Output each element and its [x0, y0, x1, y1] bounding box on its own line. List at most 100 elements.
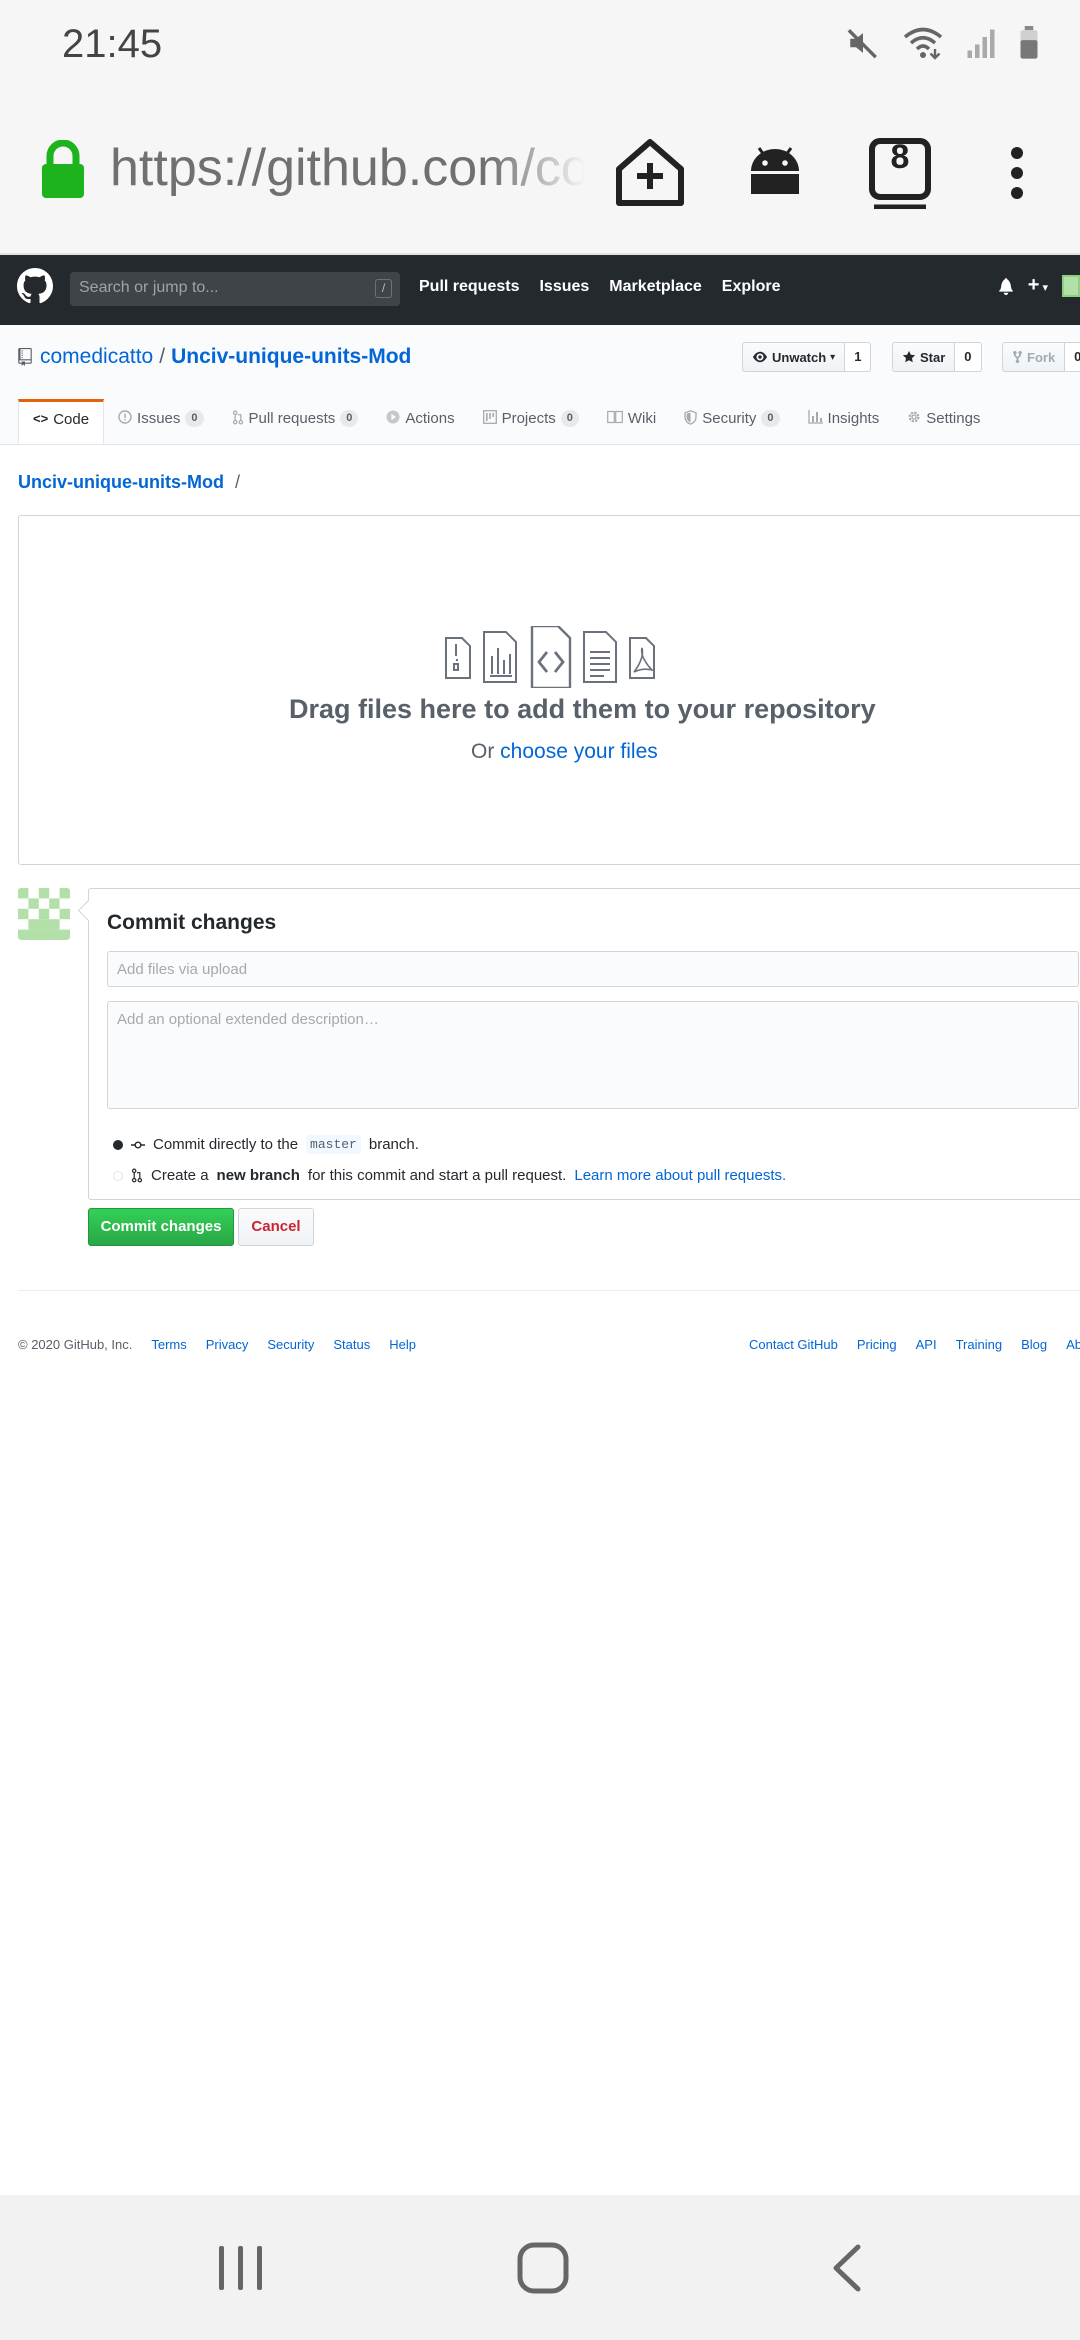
footer-link-api[interactable]: API — [916, 1337, 937, 1352]
tab-label: Settings — [926, 410, 981, 427]
tab-insights[interactable]: Insights — [794, 399, 894, 444]
repo-title: comedicatto / Unciv-unique-units-Mod — [18, 345, 411, 369]
home-plus-icon — [616, 139, 684, 206]
android-icon — [751, 147, 799, 194]
tab-pull-requests[interactable]: Pull requests 0 — [218, 399, 373, 444]
android-menu-button[interactable] — [730, 128, 820, 218]
repo-separator: / — [159, 345, 166, 368]
wifi-icon — [903, 27, 943, 60]
lock-icon[interactable] — [40, 139, 86, 205]
bell-icon[interactable] — [998, 277, 1014, 295]
tab-label: Security — [702, 410, 757, 427]
tab-label: Code — [53, 411, 90, 428]
radio-selected[interactable] — [113, 1139, 123, 1150]
tabs-button[interactable]: 8 — [855, 128, 945, 218]
choose-files-link[interactable]: choose your files — [500, 740, 658, 763]
unwatch-button[interactable]: Unwatch ▾ — [742, 342, 846, 372]
search-shortcut-hint: / — [375, 279, 392, 298]
new-branch-prefix: Create a — [151, 1167, 209, 1184]
new-branch-suffix: for this commit and start a pull request… — [307, 1167, 567, 1184]
footer-link-about[interactable]: Abo — [1066, 1337, 1080, 1352]
star-icon — [902, 350, 916, 363]
code-icon: <> — [33, 411, 49, 426]
fork-icon — [1013, 350, 1022, 364]
file-dropzone[interactable]: Drag files here to add them to your repo… — [18, 515, 1080, 865]
nav-pull-requests[interactable]: Pull requests — [419, 278, 519, 296]
footer-link-blog[interactable]: Blog — [1021, 1337, 1047, 1352]
footer-copyright: © 2020 GitHub, Inc. — [18, 1337, 133, 1352]
footer-link-privacy[interactable]: Privacy — [206, 1337, 249, 1352]
tab-security[interactable]: Security 0 — [670, 399, 793, 444]
tab-settings[interactable]: Settings — [893, 399, 994, 444]
eye-icon — [753, 351, 767, 363]
unwatch-label: Unwatch — [772, 349, 827, 365]
pull-request-icon — [131, 1168, 143, 1183]
tab-wiki[interactable]: Wiki — [593, 399, 670, 444]
status-icons — [846, 26, 1040, 60]
learn-more-link[interactable]: Learn more about pull requests. — [574, 1167, 786, 1184]
repo-icon — [18, 348, 32, 366]
tab-counter: 0 — [761, 410, 780, 427]
tab-label: Actions — [405, 410, 455, 427]
book-icon — [606, 410, 623, 424]
repo-header: comedicatto / Unciv-unique-units-Mod Unw… — [0, 325, 1080, 445]
graph-icon — [807, 410, 823, 424]
commit-description-textarea[interactable]: Add an optional extended description… — [107, 1001, 1079, 1109]
gear-icon — [908, 411, 920, 423]
footer-link-terms[interactable]: Terms — [151, 1337, 186, 1352]
nav-issues[interactable]: Issues — [539, 278, 589, 296]
star-count[interactable]: 0 — [955, 342, 982, 372]
tab-actions[interactable]: Actions — [372, 399, 468, 444]
tab-code[interactable]: <> Code — [18, 399, 105, 444]
commit-summary-input[interactable]: Add files via upload — [107, 951, 1079, 987]
search-input[interactable]: Search or jump to... / — [70, 272, 400, 306]
fork-count[interactable]: 0 — [1065, 342, 1080, 372]
header-nav: Pull requests Issues Marketplace Explore — [419, 278, 800, 296]
commit-new-branch-option[interactable]: Create a new branch for this commit and … — [113, 1167, 786, 1184]
tab-count: 8 — [890, 138, 910, 176]
commit-form-title: Commit changes — [107, 911, 277, 934]
commit-changes-button[interactable]: Commit changes — [88, 1208, 234, 1246]
footer-link-status[interactable]: Status — [333, 1337, 370, 1352]
add-to-home-button[interactable] — [605, 128, 695, 218]
back-icon[interactable] — [828, 2243, 864, 2293]
footer-right: Contact GitHub Pricing API Training Blog… — [749, 1337, 1080, 1352]
cancel-button[interactable]: Cancel — [238, 1208, 314, 1246]
breadcrumb-separator: / — [235, 472, 241, 492]
status-bar: 21:45 — [0, 0, 1080, 90]
url-bar[interactable]: https://github.com/co — [110, 138, 585, 208]
star-label: Star — [920, 349, 946, 365]
star-button[interactable]: Star — [892, 342, 956, 372]
footer-link-pricing[interactable]: Pricing — [857, 1337, 897, 1352]
footer-link-training[interactable]: Training — [956, 1337, 1002, 1352]
recent-apps-icon[interactable] — [216, 2243, 266, 2293]
github-logo-icon[interactable] — [17, 268, 53, 309]
battery-icon — [1020, 26, 1038, 59]
tab-projects[interactable]: Projects 0 — [469, 399, 593, 444]
repo-owner-link[interactable]: comedicatto — [40, 345, 153, 369]
footer-link-help[interactable]: Help — [389, 1337, 416, 1352]
tab-label: Insights — [827, 410, 880, 427]
new-branch-bold: new branch — [216, 1167, 300, 1184]
tab-label: Wiki — [627, 410, 657, 427]
radio-unselected[interactable] — [113, 1170, 123, 1181]
home-icon[interactable] — [517, 2242, 569, 2294]
nav-explore[interactable]: Explore — [722, 278, 781, 296]
user-avatar[interactable] — [1062, 274, 1080, 297]
tab-issues[interactable]: Issues 0 — [104, 399, 217, 444]
shield-icon — [684, 410, 697, 425]
tab-counter: 0 — [185, 410, 204, 427]
repo-tabs: <> Code Issues 0 Pull requests 0 Actions… — [18, 399, 994, 444]
create-new-dropdown[interactable]: + ▾ — [1028, 274, 1048, 297]
breadcrumb-repo-link[interactable]: Unciv-unique-units-Mod — [18, 472, 224, 492]
watch-count[interactable]: 1 — [845, 342, 872, 372]
repo-name-link[interactable]: Unciv-unique-units-Mod — [171, 345, 411, 369]
nav-marketplace[interactable]: Marketplace — [609, 278, 702, 296]
overflow-menu-button[interactable] — [972, 128, 1062, 218]
footer-link-security[interactable]: Security — [267, 1337, 314, 1352]
fork-button[interactable]: Fork — [1002, 342, 1066, 372]
commit-direct-option[interactable]: Commit directly to the master branch. — [113, 1135, 419, 1154]
footer-link-contact[interactable]: Contact GitHub — [749, 1337, 838, 1352]
breadcrumb: Unciv-unique-units-Mod / — [18, 472, 240, 493]
tab-label: Pull requests — [248, 410, 336, 427]
